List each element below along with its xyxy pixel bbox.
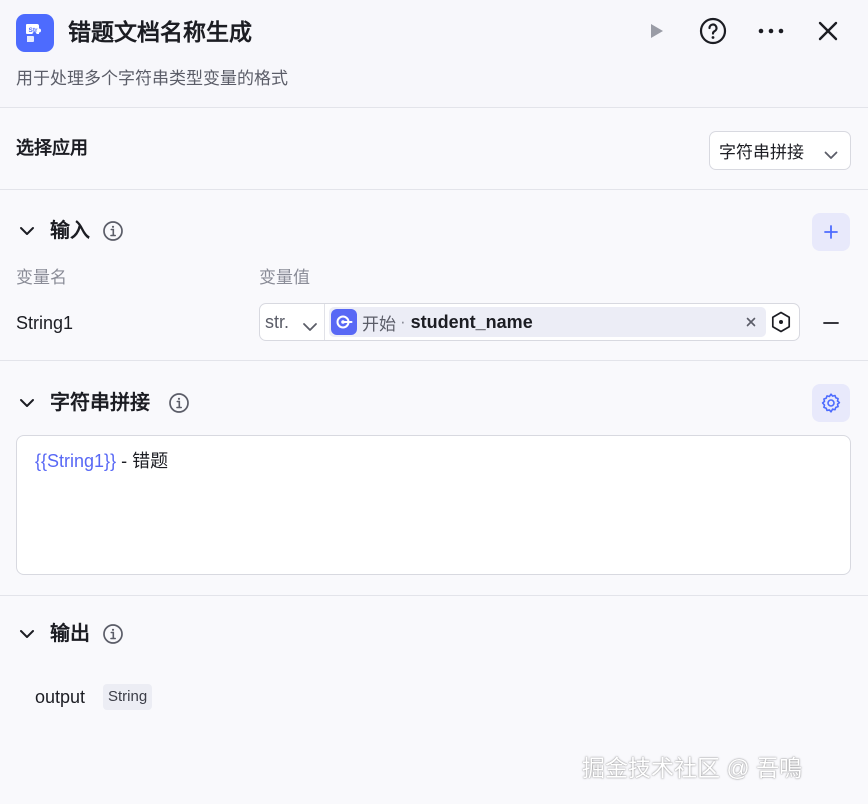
clear-variable-icon[interactable] [742, 313, 760, 331]
app-select-value: 字符串拼接 [719, 143, 804, 162]
variable-value-field[interactable]: str. 开始 · student_name [259, 303, 800, 341]
help-icon[interactable] [696, 14, 730, 48]
output-section-title: 输出 [50, 623, 90, 645]
start-node-icon [331, 309, 357, 335]
column-header-var-name: 变量名 [16, 268, 67, 287]
output-type-badge: String [103, 684, 153, 710]
type-select[interactable]: str. [260, 304, 325, 340]
variable-separator: · [400, 312, 406, 331]
node-config-panel: Str 错题文档名称生成 用于处理多个字符串类型变量的格式 选择应用 字符串拼接… [0, 0, 868, 804]
variable-picker-icon[interactable] [770, 311, 792, 333]
info-icon[interactable] [102, 220, 124, 242]
add-input-button[interactable] [812, 213, 850, 251]
node-title[interactable]: 错题文档名称生成 [68, 16, 252, 48]
template-text: - 错题 [116, 451, 169, 471]
app-select-dropdown[interactable]: 字符串拼接 [709, 131, 851, 170]
input-section-title: 输入 [50, 220, 90, 242]
concat-template-editor[interactable]: {{String1}} - 错题 [16, 435, 851, 575]
select-app-label: 选择应用 [16, 138, 88, 158]
close-icon[interactable] [811, 14, 845, 48]
type-select-value: str. [265, 311, 290, 332]
chevron-down-icon [824, 145, 838, 165]
collapse-output-chevron-icon[interactable] [17, 624, 37, 644]
concat-section-title: 字符串拼接 [50, 392, 150, 414]
output-variable-name: output [35, 687, 86, 707]
divider [0, 595, 868, 596]
info-icon[interactable] [168, 392, 190, 414]
watermark: 掘金技术社区 @ 吾鳴 [582, 755, 803, 781]
variable-name-field[interactable]: String1 [16, 310, 73, 336]
variable-reference-tag[interactable]: 开始 · student_name [329, 307, 766, 337]
str-icon: Str [16, 14, 54, 52]
divider [0, 107, 868, 108]
info-icon[interactable] [102, 623, 124, 645]
collapse-input-chevron-icon[interactable] [17, 221, 37, 241]
chevron-down-icon [302, 316, 318, 337]
more-icon[interactable] [754, 14, 788, 48]
template-variable: {{String1}} [35, 451, 117, 471]
divider [0, 189, 868, 190]
run-icon[interactable] [639, 14, 673, 48]
panel-header: Str 错题文档名称生成 用于处理多个字符串类型变量的格式 [0, 0, 868, 107]
collapse-concat-chevron-icon[interactable] [17, 393, 37, 413]
divider [0, 360, 868, 361]
column-header-var-value: 变量值 [259, 268, 310, 287]
remove-input-button[interactable] [820, 312, 842, 334]
variable-source-node: 开始 [362, 314, 396, 334]
node-description[interactable]: 用于处理多个字符串类型变量的格式 [16, 67, 288, 91]
svg-text:Str: Str [29, 27, 39, 34]
variable-reference-name: student_name [410, 311, 533, 332]
concat-settings-button[interactable] [812, 384, 850, 422]
